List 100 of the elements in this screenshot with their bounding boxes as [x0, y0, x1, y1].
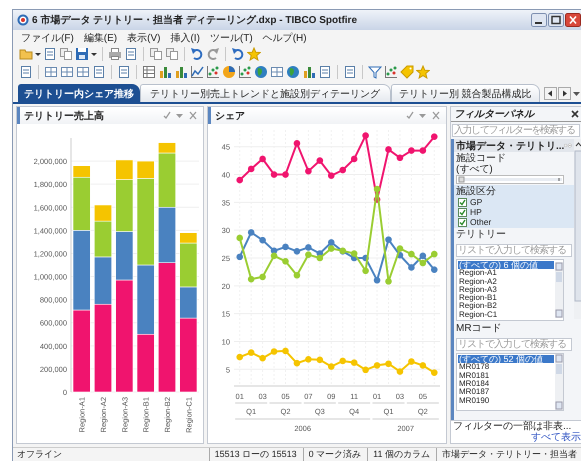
scatter-plot-icon[interactable] [384, 65, 398, 79]
copy-icon[interactable] [59, 47, 73, 61]
menu-item[interactable]: ヘルプ(H) [262, 30, 307, 44]
save-icon[interactable] [75, 47, 89, 61]
maximize-button[interactable] [548, 13, 564, 27]
document-icon[interactable] [92, 65, 106, 79]
menu-item[interactable]: ツール(T) [210, 30, 253, 44]
star-icon[interactable] [247, 47, 261, 61]
document-icon[interactable] [343, 65, 357, 79]
minimize-button[interactable] [531, 13, 547, 27]
point [259, 274, 266, 280]
point [408, 147, 415, 154]
scrollbar[interactable] [555, 260, 563, 320]
scroll-right-button[interactable] [558, 86, 571, 100]
close-icon[interactable] [571, 110, 579, 118]
grid-layout-icon[interactable] [44, 65, 58, 79]
bar[interactable] [136, 264, 155, 335]
list-item[interactable]: Region-B2 [458, 302, 554, 311]
document-icon[interactable] [124, 47, 138, 61]
bar[interactable] [179, 318, 198, 392]
globe-icon[interactable] [254, 65, 268, 79]
list-item[interactable]: Region-C1 [458, 310, 554, 320]
globe-icon[interactable] [286, 65, 300, 79]
scroll-left-button[interactable] [544, 86, 557, 100]
list-item[interactable]: Region-B1 [458, 294, 554, 302]
line-series[interactable] [236, 186, 438, 285]
undo-icon[interactable] [231, 47, 245, 61]
close-button[interactable] [565, 13, 581, 27]
scatter-plot-icon[interactable] [238, 65, 252, 79]
show-all-link[interactable]: すべて表示 [531, 432, 581, 443]
document-icon[interactable] [117, 65, 131, 79]
line-series[interactable] [236, 132, 438, 203]
bar[interactable] [115, 280, 134, 392]
tab[interactable]: テリトリー別 競合製品構成比 [390, 84, 540, 102]
search-field[interactable]: リストで入力して検索する [456, 244, 572, 257]
document-icon[interactable] [318, 65, 332, 79]
list-item[interactable]: MR0187 [458, 388, 554, 397]
checkbox[interactable] [458, 208, 467, 216]
list-item[interactable]: Region-A3 [458, 286, 554, 294]
grid-layout-icon[interactable] [270, 65, 284, 79]
tag-icon[interactable] [400, 65, 414, 79]
menu-item[interactable]: 表示(V) [127, 30, 160, 44]
line-chart-icon[interactable] [190, 65, 204, 79]
bar[interactable] [72, 310, 91, 392]
grid-layout-icon[interactable] [60, 65, 74, 79]
copy-icon[interactable] [149, 47, 163, 61]
bar[interactable] [94, 256, 112, 305]
bar[interactable] [158, 262, 176, 392]
tab[interactable]: テリトリー別売上トレンドと施設別ディテーリング [140, 84, 391, 102]
search-field[interactable]: 入力してフィルターを検索する [452, 124, 580, 137]
tab[interactable]: テリトリー内シェア推移 [18, 84, 140, 102]
bar-chart-icon[interactable] [174, 65, 188, 79]
panel-controls-icon[interactable] [163, 111, 197, 120]
point [408, 358, 415, 365]
copy-icon[interactable] [165, 47, 179, 61]
document-icon[interactable] [43, 47, 57, 61]
point [430, 250, 438, 258]
search-field[interactable]: リストで入力して検索する [456, 338, 572, 352]
printer-icon[interactable] [108, 47, 122, 61]
menu-item[interactable]: 挿入(I) [170, 30, 200, 44]
bar-chart-icon[interactable] [158, 65, 172, 79]
point [362, 268, 369, 274]
bar[interactable] [115, 231, 134, 280]
bar[interactable] [179, 286, 198, 318]
group-title: 市場データ・テリトリ... [456, 139, 564, 152]
filter-icon[interactable] [368, 65, 382, 79]
pie-chart-icon[interactable] [222, 65, 236, 79]
list-item[interactable]: Region-A2 [458, 278, 554, 286]
bar[interactable] [72, 230, 91, 310]
checkbox[interactable] [458, 198, 467, 206]
scatter-plot-icon[interactable] [206, 65, 220, 79]
scrollbar[interactable] [555, 354, 563, 410]
list-item[interactable]: Region-A1 [458, 269, 554, 278]
list-item[interactable]: MR0178 [458, 363, 554, 372]
bar[interactable] [136, 334, 155, 392]
grid-layout-icon[interactable] [76, 65, 90, 79]
redo-icon[interactable] [206, 47, 220, 61]
document-icon[interactable] [19, 65, 33, 79]
checkbox[interactable] [458, 218, 467, 226]
star-icon[interactable] [416, 65, 430, 79]
list-item[interactable]: MR0190 [458, 396, 554, 405]
point [259, 156, 266, 162]
menu-item[interactable]: ファイル(F) [21, 30, 74, 44]
panel-controls-icon[interactable] [406, 111, 440, 120]
menu-item[interactable]: 編集(E) [84, 30, 118, 44]
table-icon[interactable] [142, 65, 156, 79]
bar-chart-icon[interactable] [302, 65, 316, 79]
list-item[interactable]: MR0184 [458, 380, 554, 388]
bar[interactable] [158, 206, 176, 263]
checkbox-label: GP [470, 197, 482, 207]
list-item[interactable]: MR0181 [458, 372, 554, 380]
line-series[interactable] [236, 229, 438, 284]
filter-label: テリトリー [456, 229, 507, 240]
point [259, 236, 266, 244]
range-slider[interactable] [456, 175, 564, 184]
app-icon [17, 14, 29, 26]
bar[interactable] [94, 304, 112, 392]
status-text: 11 個のカラム [367, 448, 430, 461]
undo-icon[interactable] [190, 47, 204, 61]
filter-label: 施設区分 [456, 186, 497, 197]
